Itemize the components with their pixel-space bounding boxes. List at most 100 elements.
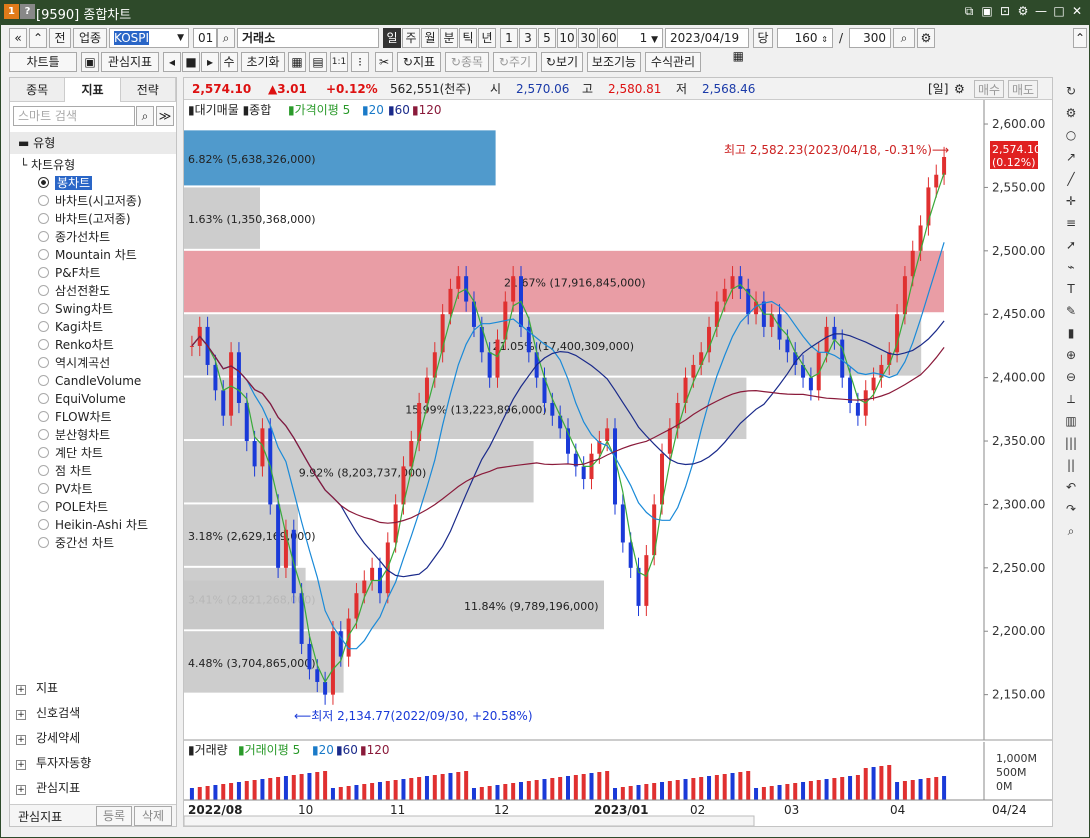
arrow-icon[interactable]: ➚ [1060,235,1082,255]
chart-type-button[interactable]: 차트틀 [9,52,77,72]
total-bars-input[interactable]: 300 [849,28,891,48]
refresh-icon[interactable]: ↻ [1060,81,1082,101]
count-input[interactable]: 1 ▼ [617,28,663,48]
chart-type-item[interactable]: 계단 차트 [38,444,103,462]
minute-60-button[interactable]: 60 [599,28,619,48]
bar-count-input[interactable]: 160 ⇕ [777,28,833,48]
link-icon[interactable]: ⧉ [962,3,976,19]
interest-indicator-button[interactable]: 관심지표 [101,52,159,72]
circle-icon[interactable]: ○ [1060,125,1082,145]
chart-type-item[interactable]: 바차트(시고저종) [38,192,142,210]
prev-icon[interactable]: ◂ [163,52,181,72]
stop-icon[interactable]: ■ [182,52,200,72]
expand-icon[interactable]: ≫ [156,106,174,126]
register-button[interactable]: 등록 [96,806,132,826]
smart-search-input[interactable]: 스마트 검색 [13,106,135,126]
nav-prev-button[interactable]: « [9,28,27,48]
indicator-group[interactable]: + 신호검색 [16,703,80,723]
market-select[interactable]: KOSPI ▼ [109,28,189,48]
trend-icon[interactable]: ↗ [1060,147,1082,167]
bars-icon[interactable]: ||| [1060,433,1082,453]
fib-icon[interactable]: ≡ [1060,213,1082,233]
jeon-button[interactable]: 전 [49,28,71,48]
chart-type-item[interactable]: Kagi차트 [38,318,103,336]
formula-button[interactable]: 수식관리 [645,52,701,72]
chart-type-item[interactable]: 중간선 차트 [38,534,114,552]
zoom-in-icon[interactable]: ⊕ [1060,345,1082,365]
horizontal-scrollbar[interactable] [184,815,755,826]
candle-icon[interactable]: ▮ [1060,323,1082,343]
undo-icon[interactable]: ↶ [1060,477,1082,497]
nav-up-button[interactable]: ⌃ [29,28,47,48]
item-button[interactable]: ↻종목 [445,52,489,72]
chart-type-item[interactable]: 바차트(고저종) [38,210,131,228]
minute-5-button[interactable]: 5 [538,28,556,48]
date-input[interactable]: 2023/04/19 ▦ [665,28,749,63]
chart-type-item[interactable]: POLE차트 [38,498,108,516]
search-icon[interactable]: ⌕ [136,106,154,126]
grid-icon[interactable]: ▦ [288,52,306,72]
save-screen-icon[interactable]: ▣ [980,3,994,19]
gear-icon[interactable]: ⚙ [1016,3,1030,19]
indicator-group[interactable]: + 강세약세 [16,728,80,748]
tab-indicator[interactable]: 지표 [65,78,121,102]
cross-icon[interactable]: ✛ [1060,191,1082,211]
period-tick-button[interactable]: 틱 [459,28,477,48]
ruler-icon[interactable]: ⟂ [1060,389,1082,409]
period-week-button[interactable]: 주 [402,28,420,48]
search-icon[interactable]: ⌕ [1060,521,1082,541]
chart-type-item[interactable]: Mountain 차트 [38,246,137,264]
auto-icon[interactable]: ⌁ [1060,257,1082,277]
collapse-icon[interactable]: ⌃ [1073,28,1087,48]
gear-icon[interactable]: ⚙ [1060,103,1082,123]
minute-3-button[interactable]: 3 [519,28,537,48]
chart-type-item[interactable]: FLOW차트 [38,408,112,426]
settings-gear-icon[interactable]: ⚙ [917,28,935,48]
sell-button[interactable]: 매도 [1008,80,1038,98]
gear-icon[interactable]: ⚙ [954,78,965,100]
capture-icon[interactable]: ⊡ [998,3,1012,19]
tab-item[interactable]: 종목 [10,78,66,102]
layout-icon[interactable]: ▤ [309,52,327,72]
chart-icon[interactable]: ▥ [1060,411,1082,431]
indicator-group[interactable]: + 관심지표 [16,778,80,798]
chart-type-item[interactable]: Swing차트 [38,300,113,318]
price-chart[interactable]: ▮대기매물 ▮종합 ▮가격이평 5 ▮20 ▮60 ▮1202,150.002,200… [184,100,1052,826]
period-month-button[interactable]: 월 [421,28,439,48]
number-icon[interactable]: 수 [220,52,238,72]
minute-30-button[interactable]: 30 [578,28,598,48]
chart-type-item[interactable]: PV차트 [38,480,93,498]
indicator-button[interactable]: ↻지표 [397,52,441,72]
code-input[interactable]: 01 [193,28,217,48]
buy-button[interactable]: 매수 [974,80,1004,98]
chart-type-item[interactable]: EquiVolume [38,390,126,408]
pin-icon[interactable]: ⁝ [351,52,369,72]
close-icon[interactable]: ✕ [1070,3,1084,19]
cycle-button[interactable]: ↻주기 [493,52,537,72]
text-icon[interactable]: T [1060,279,1082,299]
sector-button[interactable]: 업종 [73,28,107,48]
minute-10-button[interactable]: 10 [557,28,577,48]
search-icon[interactable]: ⌕ [217,28,235,48]
chart-type-item[interactable]: 봉차트 [38,174,93,192]
chart-type-item[interactable]: 역시계곡선 [38,354,110,372]
save-icon[interactable]: ▣ [81,52,99,72]
chart-type-item[interactable]: CandleVolume [38,372,141,390]
redo-icon[interactable]: ↷ [1060,499,1082,519]
chart-type-item[interactable]: Heikin-Ashi 차트 [38,516,148,534]
zoom-icon[interactable]: ⌕ [893,28,915,48]
reset-button[interactable]: 초기화 [241,52,285,72]
period-day-button[interactable]: 일 [383,28,401,48]
minimize-icon[interactable]: — [1034,3,1048,19]
next-icon[interactable]: ▸ [201,52,219,72]
chart-type-item[interactable]: 분산형차트 [38,426,110,444]
delete-button[interactable]: 삭제 [134,806,172,826]
maximize-icon[interactable]: □ [1052,3,1066,19]
indicator-group[interactable]: + 투자자동향 [16,753,91,773]
period-year-button[interactable]: 년 [478,28,496,48]
chart-type-item[interactable]: 점 차트 [38,462,92,480]
period-minute-button[interactable]: 분 [440,28,458,48]
help-icon[interactable]: ? [20,4,35,19]
dang-button[interactable]: 당 [753,28,773,48]
indicator-group[interactable]: + 지표 [16,678,58,698]
